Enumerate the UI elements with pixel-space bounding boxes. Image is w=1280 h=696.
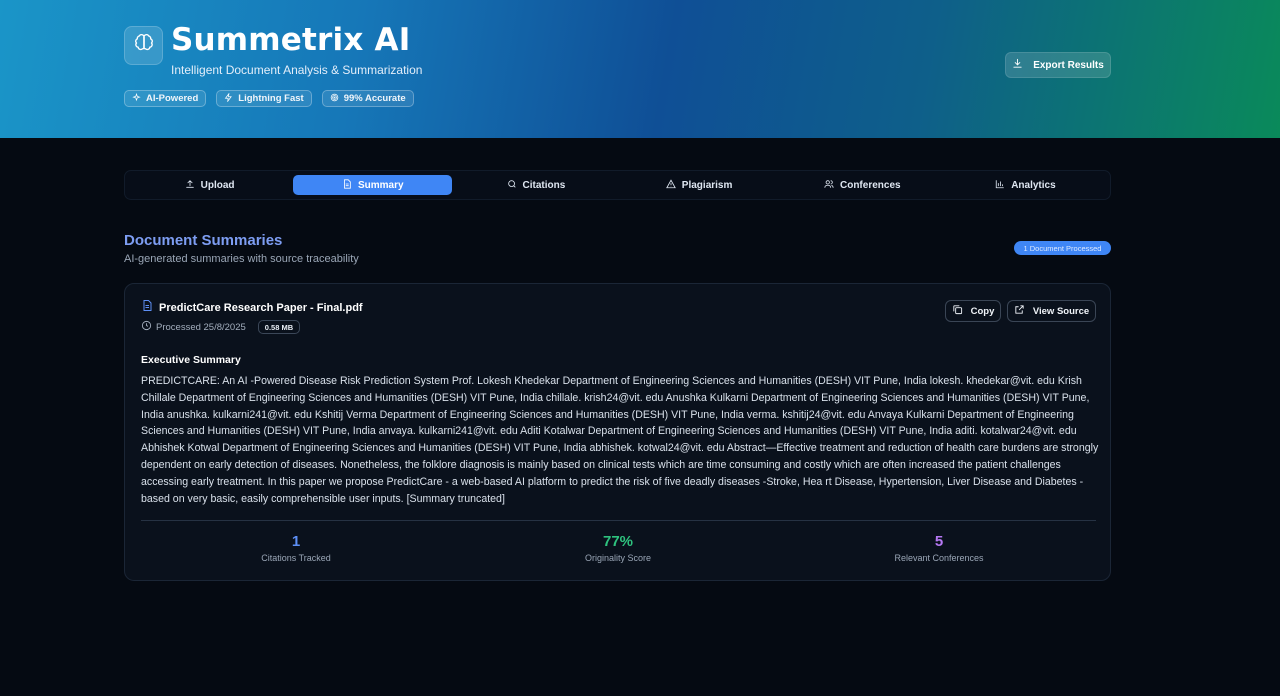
section-title: Document Summaries	[124, 232, 283, 249]
sparkle-icon	[132, 92, 141, 105]
file-name: PredictCare Research Paper - Final.pdf	[159, 302, 363, 314]
badge-ai-powered: AI-Powered	[124, 90, 207, 107]
tab-plagiarism[interactable]: Plagiarism	[620, 175, 779, 195]
tab-label: Plagiarism	[681, 179, 733, 191]
document-summary-card: PredictCare Research Paper - Final.pdf P…	[124, 283, 1111, 581]
copy-icon	[952, 304, 963, 318]
tab-label: Upload	[200, 179, 235, 191]
tab-citations[interactable]: Citations	[456, 175, 615, 195]
app-title: Summetrix AI	[171, 22, 411, 58]
users-icon	[824, 179, 834, 192]
search-icon	[507, 179, 517, 192]
copy-label: Copy	[970, 305, 995, 317]
feature-badges: AI-Powered Lightning Fast 99% Accurate	[124, 90, 414, 107]
processed-date: Processed 25/8/2025	[156, 321, 246, 333]
clock-icon	[141, 318, 152, 336]
tab-label: Summary	[357, 179, 404, 191]
tab-label: Analytics	[1011, 179, 1056, 191]
executive-summary-title: Executive Summary	[141, 354, 241, 366]
stat-label: Citations Tracked	[261, 553, 331, 563]
external-link-icon	[1014, 304, 1025, 318]
file-icon	[141, 299, 153, 317]
main-tabs: Upload Summary Citations Plagiarism Conf…	[124, 170, 1111, 200]
bar-chart-icon	[995, 179, 1005, 192]
app-subtitle: Intelligent Document Analysis & Summariz…	[171, 63, 423, 77]
export-results-button[interactable]: Export Results	[1005, 52, 1111, 78]
stat-label: Originality Score	[584, 553, 652, 563]
executive-summary-text: PREDICTCARE: An AI -Powered Disease Risk…	[141, 375, 1099, 505]
stat-value: 5	[934, 533, 944, 550]
stat-conferences: 5 Relevant Conferences	[839, 533, 1039, 563]
badge-lightning-fast: Lightning Fast	[216, 90, 312, 107]
stat-originality: 77% Originality Score	[518, 533, 718, 563]
badge-label: 99% Accurate	[343, 93, 406, 104]
app-logo	[124, 26, 163, 65]
tab-analytics[interactable]: Analytics	[946, 175, 1105, 195]
copy-button[interactable]: Copy	[945, 300, 1001, 322]
target-icon	[330, 93, 339, 105]
section-subtitle: AI-generated summaries with source trace…	[124, 253, 359, 265]
warning-icon	[665, 178, 676, 192]
file-meta: Processed 25/8/2025 0.58 MB	[141, 318, 301, 336]
brain-icon	[134, 33, 154, 58]
divider	[141, 520, 1096, 521]
view-source-label: View Source	[1032, 305, 1090, 317]
stat-value: 77%	[602, 533, 634, 550]
tab-label: Conferences	[839, 179, 901, 191]
badge-label: AI-Powered	[146, 93, 199, 104]
upload-icon	[185, 179, 195, 192]
app-header: Summetrix AI Intelligent Document Analys…	[0, 0, 1280, 138]
badge-label: Lightning Fast	[238, 93, 304, 104]
file-size-badge: 0.58 MB	[257, 320, 301, 334]
bolt-icon	[224, 91, 233, 105]
file-header: PredictCare Research Paper - Final.pdf	[141, 299, 363, 317]
stat-citations: 1 Citations Tracked	[196, 533, 396, 563]
tab-summary[interactable]: Summary	[293, 175, 453, 195]
stat-value: 1	[291, 533, 301, 550]
tab-upload[interactable]: Upload	[130, 175, 289, 195]
view-source-button[interactable]: View Source	[1007, 300, 1096, 322]
export-label: Export Results	[1033, 59, 1104, 71]
stat-label: Relevant Conferences	[894, 553, 984, 563]
documents-processed-badge: 1 Document Processed	[1014, 241, 1111, 255]
badge-accuracy: 99% Accurate	[321, 90, 414, 107]
tab-conferences[interactable]: Conferences	[783, 175, 942, 195]
tab-label: Citations	[522, 179, 566, 191]
download-icon	[1012, 58, 1023, 72]
document-icon	[342, 178, 352, 192]
